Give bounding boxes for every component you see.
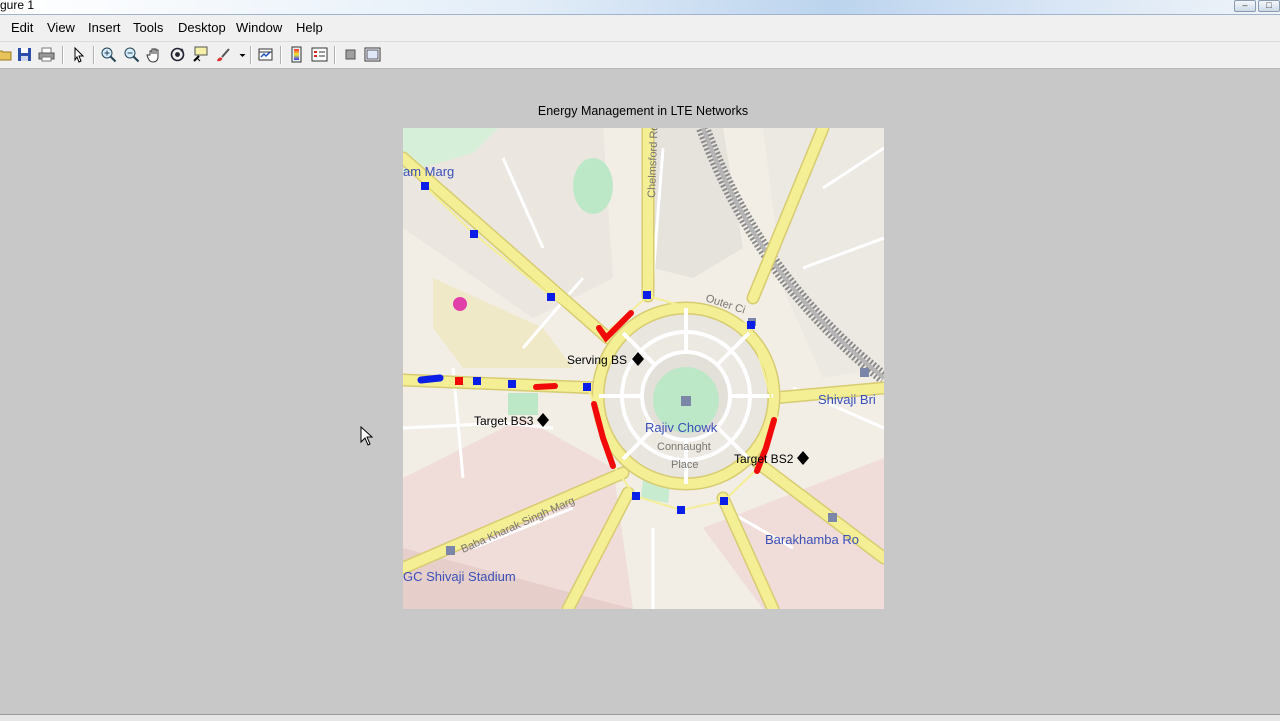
map-label-shivaji-bridge: Shivaji Bri bbox=[818, 392, 876, 407]
route-waypoint bbox=[643, 291, 651, 299]
map-label-barakhamba: Barakhamba Ro bbox=[765, 532, 859, 547]
route-segment-blue bbox=[417, 374, 444, 384]
menu-window[interactable]: Window bbox=[236, 20, 282, 35]
toolbar-separator bbox=[250, 46, 252, 64]
route-waypoint bbox=[747, 321, 755, 329]
menu-help[interactable]: Help bbox=[296, 20, 323, 35]
map-label-stadium: GC Shivaji Stadium bbox=[403, 569, 516, 584]
pan-icon[interactable] bbox=[146, 46, 163, 63]
edit-plot-icon[interactable] bbox=[70, 46, 87, 63]
target-bs3-label: Target BS3 bbox=[474, 414, 534, 428]
insert-colorbar-icon[interactable] bbox=[288, 46, 305, 63]
route-waypoint bbox=[677, 506, 685, 514]
show-plot-tools-icon[interactable] bbox=[364, 46, 381, 63]
menu-bar: Edit View Insert Tools Desktop Window He… bbox=[0, 15, 1280, 42]
route-waypoint bbox=[470, 230, 478, 238]
brush-icon[interactable] bbox=[214, 46, 231, 63]
route-waypoint bbox=[632, 492, 640, 500]
plot-title: Energy Management in LTE Networks bbox=[537, 104, 749, 118]
map-axes[interactable]: am Marg Shivaji Bri Rajiv Chowk Barakham… bbox=[403, 128, 884, 609]
map-label-rajiv-chowk: Rajiv Chowk bbox=[645, 420, 718, 435]
menu-desktop[interactable]: Desktop bbox=[178, 20, 226, 35]
brush-dropdown-icon[interactable] bbox=[234, 46, 246, 63]
route-waypoint bbox=[473, 377, 481, 385]
print-icon[interactable] bbox=[38, 46, 55, 63]
map-label-connaught: Connaught bbox=[657, 441, 711, 453]
data-cursor-icon[interactable] bbox=[192, 46, 209, 63]
route-waypoint bbox=[508, 380, 516, 388]
map-label-marg: am Marg bbox=[403, 164, 454, 179]
menu-view[interactable]: View bbox=[47, 20, 75, 35]
window-title: gure 1 bbox=[0, 0, 35, 12]
toolbar-separator bbox=[334, 46, 336, 64]
mouse-cursor-icon bbox=[360, 426, 374, 446]
link-plot-icon[interactable] bbox=[257, 46, 274, 63]
toolbar-separator bbox=[62, 46, 64, 64]
serving-bs-label: Serving BS bbox=[567, 353, 627, 367]
route-segment-red bbox=[533, 383, 558, 390]
toolbar-separator bbox=[93, 46, 95, 64]
menu-tools[interactable]: Tools bbox=[133, 20, 163, 35]
menu-edit[interactable]: Edit bbox=[11, 20, 33, 35]
insert-legend-icon[interactable] bbox=[311, 46, 328, 63]
route-waypoint bbox=[421, 182, 429, 190]
target-bs2-label: Target BS2 bbox=[734, 452, 794, 466]
rotate-3d-icon[interactable] bbox=[169, 46, 186, 63]
toolbar-separator bbox=[280, 46, 282, 64]
maximize-button[interactable]: □ bbox=[1258, 0, 1280, 12]
figure-toolbar bbox=[0, 42, 1280, 69]
open-icon[interactable] bbox=[0, 46, 13, 63]
hide-plot-tools-icon[interactable] bbox=[342, 46, 359, 63]
zoom-out-icon[interactable] bbox=[123, 46, 140, 63]
menu-insert[interactable]: Insert bbox=[88, 20, 121, 35]
map-label-place: Place bbox=[671, 459, 699, 471]
window-titlebar: gure 1 – □ bbox=[0, 0, 1280, 15]
minimize-button[interactable]: – bbox=[1234, 0, 1256, 12]
window-controls: – □ bbox=[1234, 0, 1280, 12]
route-waypoint bbox=[547, 293, 555, 301]
route-waypoint bbox=[583, 383, 591, 391]
save-icon[interactable] bbox=[16, 46, 33, 63]
route-waypoint-red bbox=[455, 377, 463, 385]
route-waypoint bbox=[720, 497, 728, 505]
zoom-in-icon[interactable] bbox=[100, 46, 117, 63]
